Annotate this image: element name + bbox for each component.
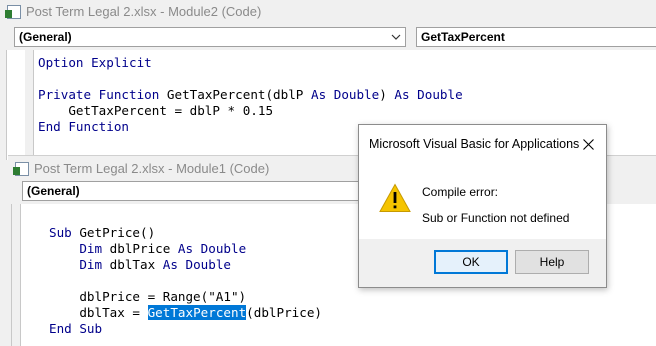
keyword-token: As Double (162, 257, 232, 272)
code-token: GetTaxPercent = dblP * 0.15 (38, 103, 274, 118)
code-token: GetPrice() (71, 225, 156, 240)
help-button[interactable]: Help (515, 250, 589, 274)
keyword-token: Dim (79, 257, 103, 272)
code-token: dblPrice = Range("A1") (49, 289, 247, 304)
code-line[interactable]: dblTax = GetTaxPercent(dblPrice) (49, 305, 322, 321)
keyword-token: Sub (49, 225, 72, 240)
code-line[interactable]: End Function (38, 119, 129, 135)
code-token: ) (379, 87, 395, 102)
close-icon[interactable] (578, 134, 598, 154)
module2-titlebar[interactable]: Post Term Legal 2.xlsx - Module2 (Code) (0, 0, 656, 22)
code-line[interactable]: Dim dblTax As Double (49, 257, 231, 273)
code-line[interactable]: GetTaxPercent = dblP * 0.15 (38, 103, 273, 119)
dialog-message: Sub or Function not defined (422, 211, 570, 225)
keyword-token: Private Function (38, 87, 160, 102)
module1-margin-indicator-bar (12, 204, 21, 346)
compile-error-dialog: Microsoft Visual Basic for Applications … (358, 124, 607, 288)
module1-object-combo[interactable]: (General) (22, 181, 367, 201)
code-line[interactable]: dblPrice = Range("A1") (49, 289, 246, 305)
keyword-token: Dim (79, 241, 103, 256)
dialog-button-bar: OK Help (359, 239, 606, 287)
ok-button[interactable]: OK (434, 250, 508, 274)
code-line[interactable]: Dim dblPrice As Double (49, 241, 246, 257)
code-token: dblTax (102, 257, 163, 272)
warning-icon (379, 183, 411, 213)
module1-title: Post Term Legal 2.xlsx - Module1 (Code) (34, 160, 270, 176)
dialog-title: Microsoft Visual Basic for Applications (369, 137, 580, 151)
module2-margin-indicator-bar (25, 50, 34, 160)
module2-object-combo[interactable]: (General) (14, 27, 406, 47)
module2-procedure-combo[interactable]: GetTaxPercent (416, 27, 656, 47)
keyword-token: As Double (310, 87, 380, 102)
code-line[interactable]: End Sub (49, 321, 102, 337)
code-line[interactable]: Private Function GetTaxPercent(dblP As D… (38, 87, 463, 103)
module2-title: Post Term Legal 2.xlsx - Module2 (Code) (26, 3, 262, 19)
code-window-icon (4, 2, 22, 20)
module1-object-value: (General) (27, 184, 80, 198)
code-line[interactable]: Sub GetPrice() (49, 225, 155, 241)
code-token: GetTaxPercent(dblP (159, 87, 311, 102)
selected-identifier: GetTaxPercent (147, 305, 247, 320)
chevron-down-icon[interactable] (387, 28, 405, 46)
code-token: (dblPrice) (246, 305, 322, 320)
keyword-token: End Sub (49, 321, 103, 336)
code-line[interactable]: Option Explicit (38, 55, 152, 71)
keyword-token: As Double (177, 241, 247, 256)
code-window-icon (12, 159, 30, 177)
keyword-token: Option Explicit (38, 55, 152, 70)
dialog-heading: Compile error: (422, 185, 499, 199)
code-token: dblTax = (49, 305, 148, 320)
keyword-token: End Function (38, 119, 129, 134)
keyword-token: As Double (394, 87, 463, 102)
module2-object-value: (General) (19, 30, 72, 44)
module2-procedure-value: GetTaxPercent (421, 30, 505, 44)
code-token: dblPrice (102, 241, 178, 256)
